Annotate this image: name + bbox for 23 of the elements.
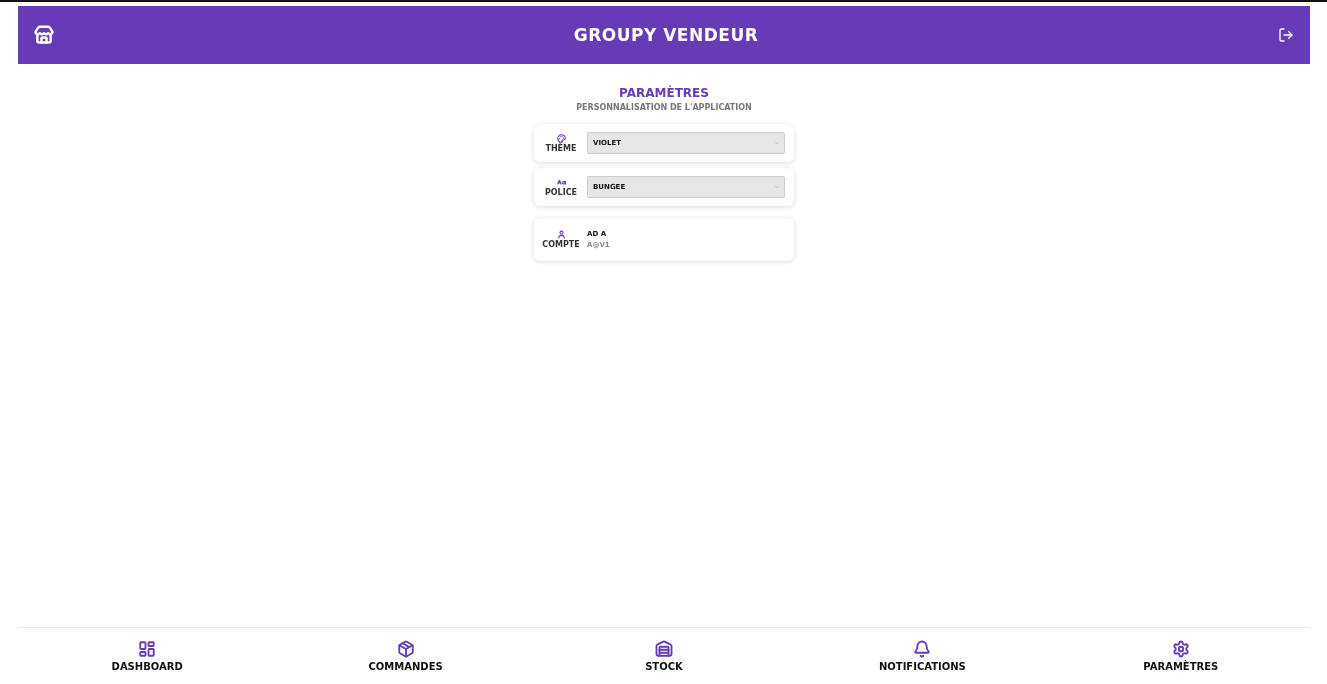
caret-icon — [774, 184, 780, 190]
palette-icon — [556, 133, 566, 143]
letters-icon — [556, 177, 566, 187]
settings-icon — [1171, 640, 1190, 658]
page-title: PARAMÈTRES — [619, 86, 709, 100]
box-icon — [396, 640, 415, 658]
logout-button[interactable] — [1278, 27, 1294, 43]
user-icon — [556, 230, 566, 239]
setting-label: COMPTE — [542, 240, 580, 249]
bell-icon — [913, 640, 932, 658]
nav-tab[interactable]: DASHBOARD — [105, 639, 189, 673]
nav-tab[interactable]: PARAMÈTRES — [1137, 639, 1225, 673]
store-button[interactable] — [34, 25, 54, 45]
dashboard-icon — [138, 640, 157, 658]
setting-label: THÈME — [545, 143, 577, 153]
nav-tab[interactable]: COMMANDES — [362, 639, 449, 673]
page-subtitle: PERSONNALISATION DE L'APPLICATION — [576, 103, 752, 112]
nav-tab[interactable]: STOCK — [639, 639, 689, 673]
caret-icon — [774, 140, 780, 146]
app-title: GROUPY VENDEUR — [573, 25, 759, 45]
setting-label: POLICE — [544, 187, 578, 197]
nav-tab[interactable]: NOTIFICATIONS — [872, 639, 972, 673]
warehouse-icon — [655, 640, 673, 658]
